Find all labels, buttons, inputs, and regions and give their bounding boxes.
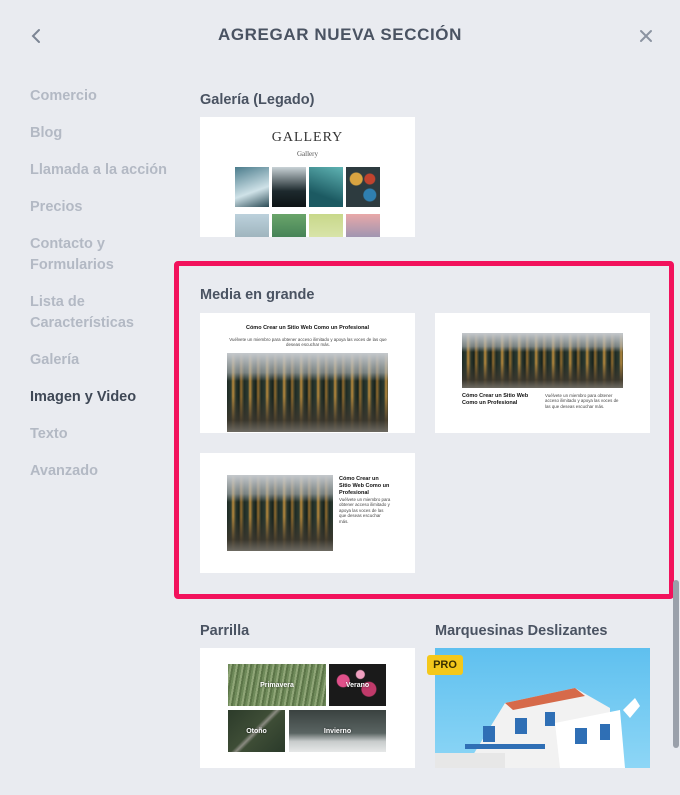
gallery-thumb-subtitle: Gallery: [297, 150, 318, 158]
building-illustration: [435, 688, 640, 768]
grid-cell-invierno: Invierno: [289, 710, 386, 752]
grid-cell-otono: Otoño: [228, 710, 285, 752]
gallery-tile: [346, 167, 380, 207]
grid-cell-primavera: Primavera: [228, 664, 326, 706]
section-title-parrilla: Parrilla: [200, 623, 250, 639]
gallery-tile: [272, 167, 306, 207]
gallery-tile: [309, 167, 343, 207]
gallery-tile: [346, 214, 380, 237]
pro-badge: PRO: [427, 655, 463, 675]
section-title-galeria-legado: Galería (Legado): [200, 92, 315, 108]
scrollbar-thumb[interactable]: [673, 580, 679, 748]
gallery-tile: [309, 214, 343, 237]
section-list: Galería (Legado) GALLERY Gallery Media e…: [0, 0, 674, 795]
gallery-tile: [235, 214, 269, 237]
grid-cell-verano: Verano: [329, 664, 386, 706]
gallery-tile: [272, 214, 306, 237]
section-title-marquesinas: Marquesinas Deslizantes: [435, 623, 608, 639]
gallery-thumb-title: GALLERY: [271, 130, 344, 145]
slider-marquee-card[interactable]: [435, 648, 650, 768]
selected-section-highlight: [174, 261, 674, 599]
gallery-tile: [235, 167, 269, 207]
grid-card[interactable]: Primavera Verano Otoño Invierno: [200, 648, 415, 768]
gallery-legacy-card[interactable]: GALLERY Gallery: [200, 117, 415, 237]
